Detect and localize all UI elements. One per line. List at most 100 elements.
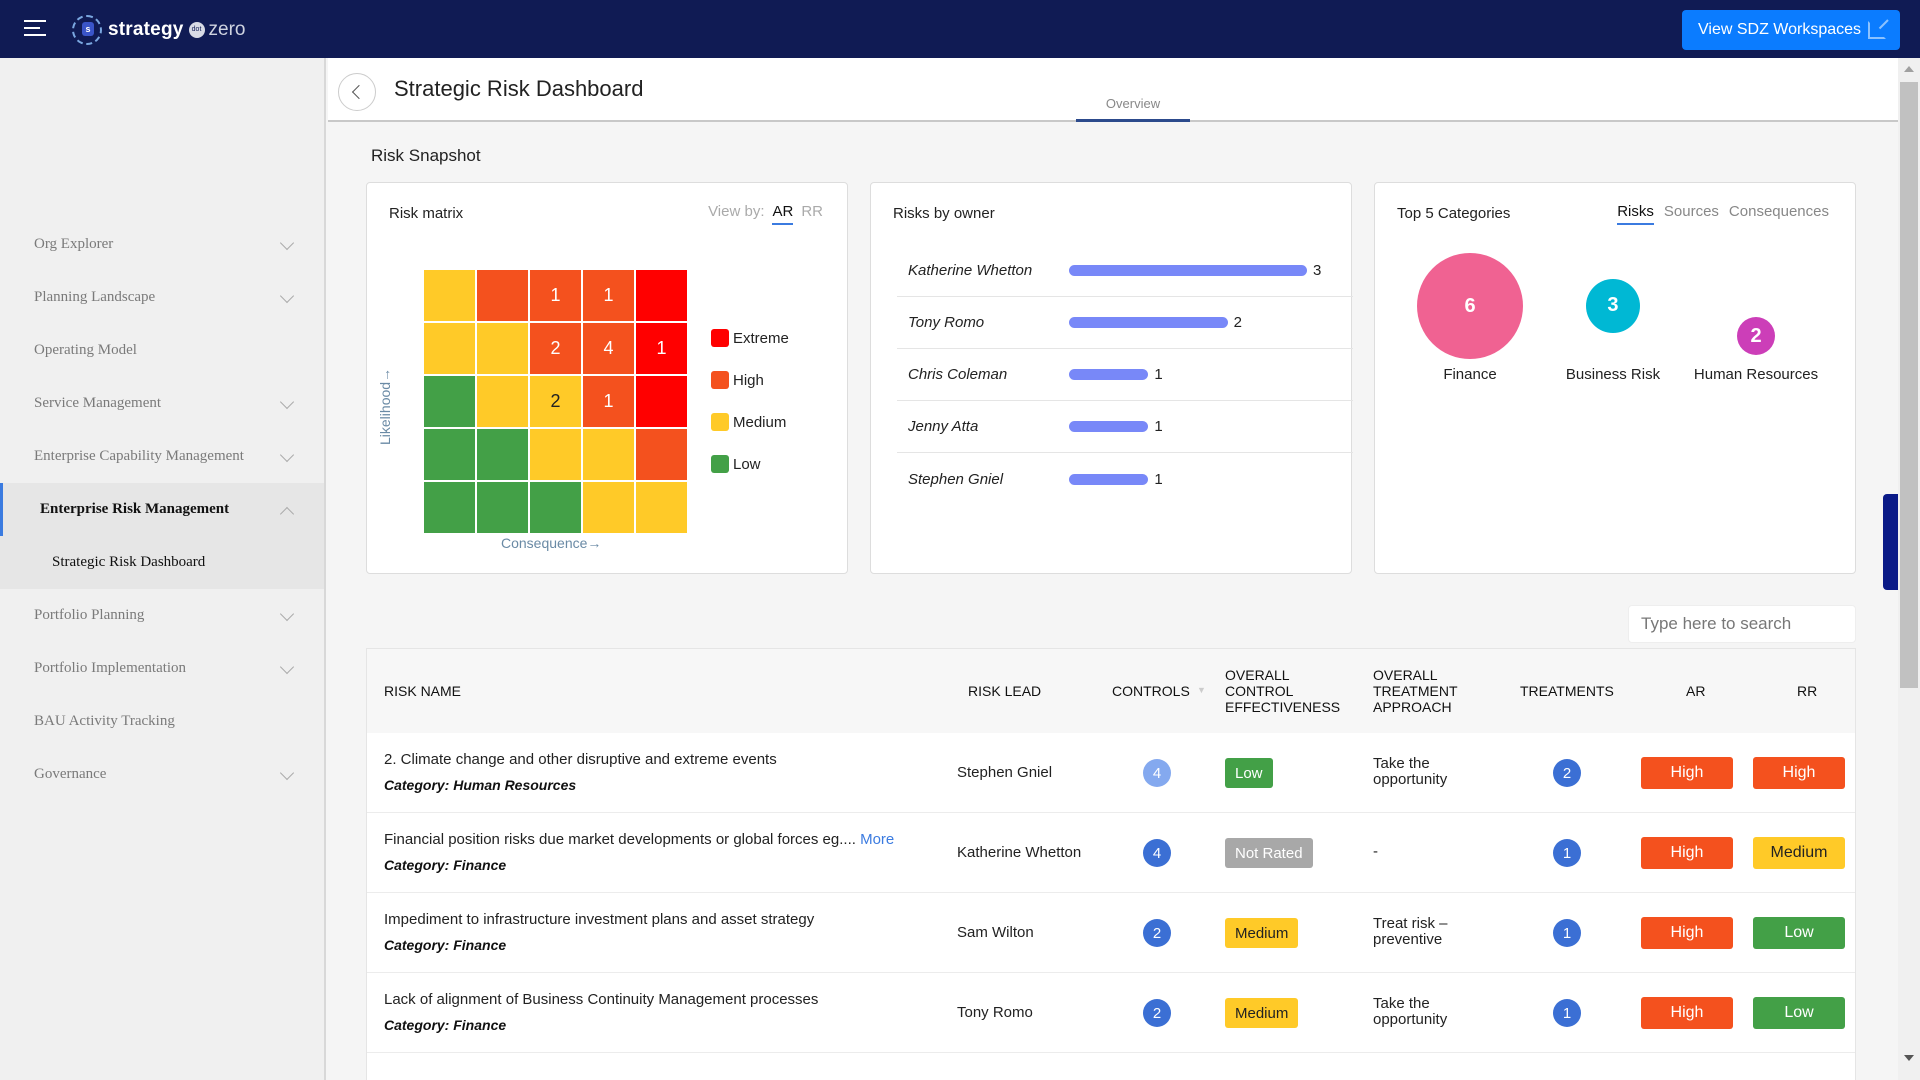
chevron-down-icon[interactable]	[279, 765, 295, 781]
sidebar-item[interactable]: Org Explorer	[0, 218, 324, 271]
chevron-down-icon[interactable]	[279, 235, 295, 251]
view-by-ar[interactable]: AR	[772, 203, 794, 225]
matrix-cell[interactable]: 1	[636, 323, 687, 374]
chevron-down-icon[interactable]	[279, 394, 295, 410]
hamburger-menu-icon[interactable]	[24, 20, 46, 38]
rr-rating-badge[interactable]: Low	[1753, 917, 1845, 949]
matrix-cell[interactable]: 4	[583, 323, 634, 374]
sidebar-item[interactable]: Enterprise Capability Management	[0, 430, 324, 483]
chevron-down-icon[interactable]	[279, 659, 295, 675]
scroll-down-arrow-icon[interactable]	[1904, 1055, 1914, 1061]
scroll-up-arrow-icon[interactable]	[1904, 66, 1914, 72]
header-ar[interactable]: AR	[1686, 683, 1705, 699]
matrix-cell[interactable]	[424, 376, 475, 427]
treatments-count[interactable]: 2	[1553, 759, 1581, 787]
matrix-cell[interactable]	[636, 376, 687, 427]
owner-row[interactable]: Katherine Whetton 3	[897, 245, 1353, 297]
matrix-cell[interactable]	[530, 482, 581, 533]
owner-row[interactable]: Stephen Gniel 1	[897, 453, 1353, 505]
matrix-cell[interactable]: 1	[583, 270, 634, 321]
ar-rating-badge[interactable]: High	[1641, 757, 1733, 789]
sidebar-item[interactable]: Planning Landscape	[0, 271, 324, 324]
scroll-thumb[interactable]	[1900, 82, 1918, 688]
more-link[interactable]: More	[860, 831, 894, 848]
tab-risks[interactable]: Risks	[1617, 203, 1654, 225]
sidebar-item[interactable]: Portfolio Planning	[0, 589, 324, 642]
header-control-effectiveness[interactable]: OVERALL CONTROL EFFECTIVENESS	[1225, 667, 1345, 715]
header-risk-lead[interactable]: RISK LEAD	[968, 683, 1041, 699]
matrix-cell[interactable]: 2	[530, 323, 581, 374]
chevron-down-icon[interactable]	[279, 288, 295, 304]
matrix-cell[interactable]	[530, 429, 581, 480]
owner-row[interactable]: Jenny Atta 1	[897, 401, 1353, 453]
matrix-cell[interactable]	[636, 429, 687, 480]
matrix-cell[interactable]	[583, 482, 634, 533]
risk-name[interactable]: 2. Climate change and other disruptive a…	[384, 751, 777, 768]
search-input[interactable]	[1628, 605, 1856, 643]
sidebar-item[interactable]: Service Management	[0, 377, 324, 430]
header-risk-name[interactable]: RISK NAME	[384, 683, 461, 699]
controls-count[interactable]: 4	[1143, 839, 1171, 867]
chevron-down-icon[interactable]	[279, 447, 295, 463]
controls-count[interactable]: 2	[1143, 919, 1171, 947]
page-scrollbar[interactable]	[1898, 58, 1920, 1080]
sidebar-item[interactable]: Governance	[0, 748, 324, 801]
matrix-cell[interactable]: 1	[583, 376, 634, 427]
table-row[interactable]: 2. Climate change and other disruptive a…	[367, 733, 1855, 813]
treatments-count[interactable]: 1	[1553, 999, 1581, 1027]
matrix-cell[interactable]	[636, 270, 687, 321]
matrix-cell[interactable]	[424, 482, 475, 533]
matrix-cell[interactable]	[477, 429, 528, 480]
sidebar-item[interactable]: BAU Activity Tracking	[0, 695, 324, 748]
rr-rating-badge[interactable]: Low	[1753, 997, 1845, 1029]
chevron-up-icon[interactable]	[279, 506, 295, 522]
tab-sources[interactable]: Sources	[1664, 203, 1719, 225]
chevron-down-icon[interactable]	[279, 606, 295, 622]
matrix-cell[interactable]	[424, 429, 475, 480]
ar-rating-badge[interactable]: High	[1641, 917, 1733, 949]
header-treatments[interactable]: TREATMENTS	[1520, 683, 1614, 699]
header-treatment-approach[interactable]: OVERALL TREATMENT APPROACH	[1373, 667, 1473, 715]
sort-caret-icon[interactable]: ▼	[1197, 682, 1206, 698]
ar-rating-badge[interactable]: High	[1641, 997, 1733, 1029]
sidebar-item[interactable]: Portfolio Implementation	[0, 642, 324, 695]
matrix-cell[interactable]	[636, 482, 687, 533]
table-row[interactable]: Financial position risks due market deve…	[367, 813, 1855, 893]
controls-count[interactable]: 2	[1143, 999, 1171, 1027]
tab-consequences[interactable]: Consequences	[1729, 203, 1829, 225]
controls-count[interactable]: 4	[1143, 759, 1171, 787]
risk-name[interactable]: Lack of alignment of Business Continuity…	[384, 991, 818, 1008]
category-bubble[interactable]: 6	[1417, 253, 1523, 359]
header-rr[interactable]: RR	[1797, 683, 1817, 699]
table-row[interactable]: Impediment to infrastructure investment …	[367, 893, 1855, 973]
rr-rating-badge[interactable]: Medium	[1753, 837, 1845, 869]
owner-row[interactable]: Tony Romo 2	[897, 297, 1353, 349]
owner-row[interactable]: Chris Coleman 1	[897, 349, 1353, 401]
matrix-cell[interactable]	[583, 429, 634, 480]
tab-overview[interactable]: Overview	[1076, 96, 1190, 122]
view-by-rr[interactable]: RR	[801, 203, 823, 225]
matrix-cell[interactable]	[477, 270, 528, 321]
rr-rating-badge[interactable]: High	[1753, 757, 1845, 789]
matrix-cell[interactable]: 1	[530, 270, 581, 321]
header-controls[interactable]: CONTROLS	[1112, 683, 1190, 699]
matrix-cell[interactable]	[477, 323, 528, 374]
sidebar-item[interactable]: Operating Model	[0, 324, 324, 377]
logo[interactable]: strategy dot zero	[72, 15, 246, 45]
matrix-cell[interactable]	[477, 376, 528, 427]
matrix-cell[interactable]	[424, 270, 475, 321]
matrix-cell[interactable]	[424, 323, 475, 374]
view-sdz-workspaces-button[interactable]: View SDZ Workspaces	[1682, 10, 1900, 50]
risk-name[interactable]: Impediment to infrastructure investment …	[384, 911, 814, 928]
treatments-count[interactable]: 1	[1553, 919, 1581, 947]
matrix-cell[interactable]: 2	[530, 376, 581, 427]
category-bubble[interactable]: 2	[1737, 317, 1775, 355]
back-button[interactable]	[338, 73, 376, 111]
sidebar-subitem-strategic-risk-dashboard[interactable]: Strategic Risk Dashboard	[0, 536, 324, 589]
ar-rating-badge[interactable]: High	[1641, 837, 1733, 869]
treatments-count[interactable]: 1	[1553, 839, 1581, 867]
table-row[interactable]: Lack of alignment of Business Continuity…	[367, 973, 1855, 1053]
risk-name[interactable]: Financial position risks due market deve…	[384, 831, 894, 848]
category-bubble[interactable]: 3	[1586, 279, 1640, 333]
matrix-cell[interactable]	[477, 482, 528, 533]
